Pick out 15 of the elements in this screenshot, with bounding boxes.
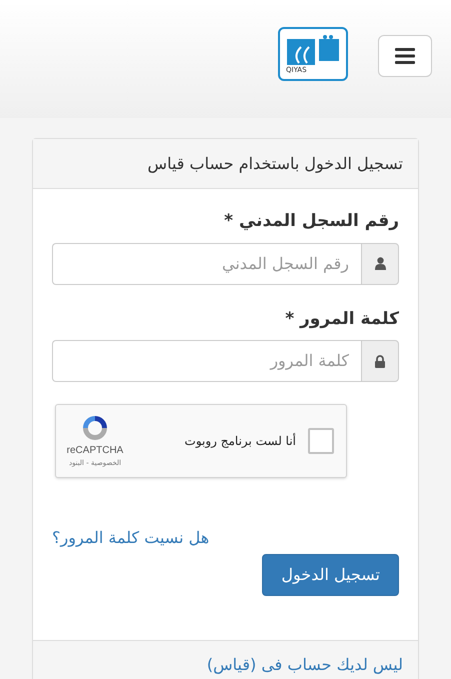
input-field[interactable]: رقم السجل المدني <box>52 242 361 284</box>
input-field[interactable]: كلمة المرور <box>52 340 361 382</box>
forgot-password-link[interactable]: هل نسيت كلمة المرور؟ <box>52 526 210 550</box>
menu-icon <box>395 48 415 64</box>
menu-button[interactable] <box>378 35 432 77</box>
register-link[interactable]: ليس لديك حساب فى (قياس) <box>206 655 403 674</box>
captcha-checkbox[interactable] <box>308 428 334 454</box>
lock-icon <box>375 354 385 368</box>
field-label: كلمة المرور * <box>284 308 399 330</box>
user-icon <box>374 257 386 270</box>
login-button[interactable]: تسجيل الدخول <box>262 554 399 596</box>
field-label: رقم السجل المدني * <box>223 210 399 233</box>
captcha-label: أنا لست برنامج روبوت <box>184 432 296 450</box>
card-title: تسجيل الدخول باستخدام حساب قياس <box>148 152 403 175</box>
recaptcha-brand: reCAPTCHA <box>66 444 124 458</box>
